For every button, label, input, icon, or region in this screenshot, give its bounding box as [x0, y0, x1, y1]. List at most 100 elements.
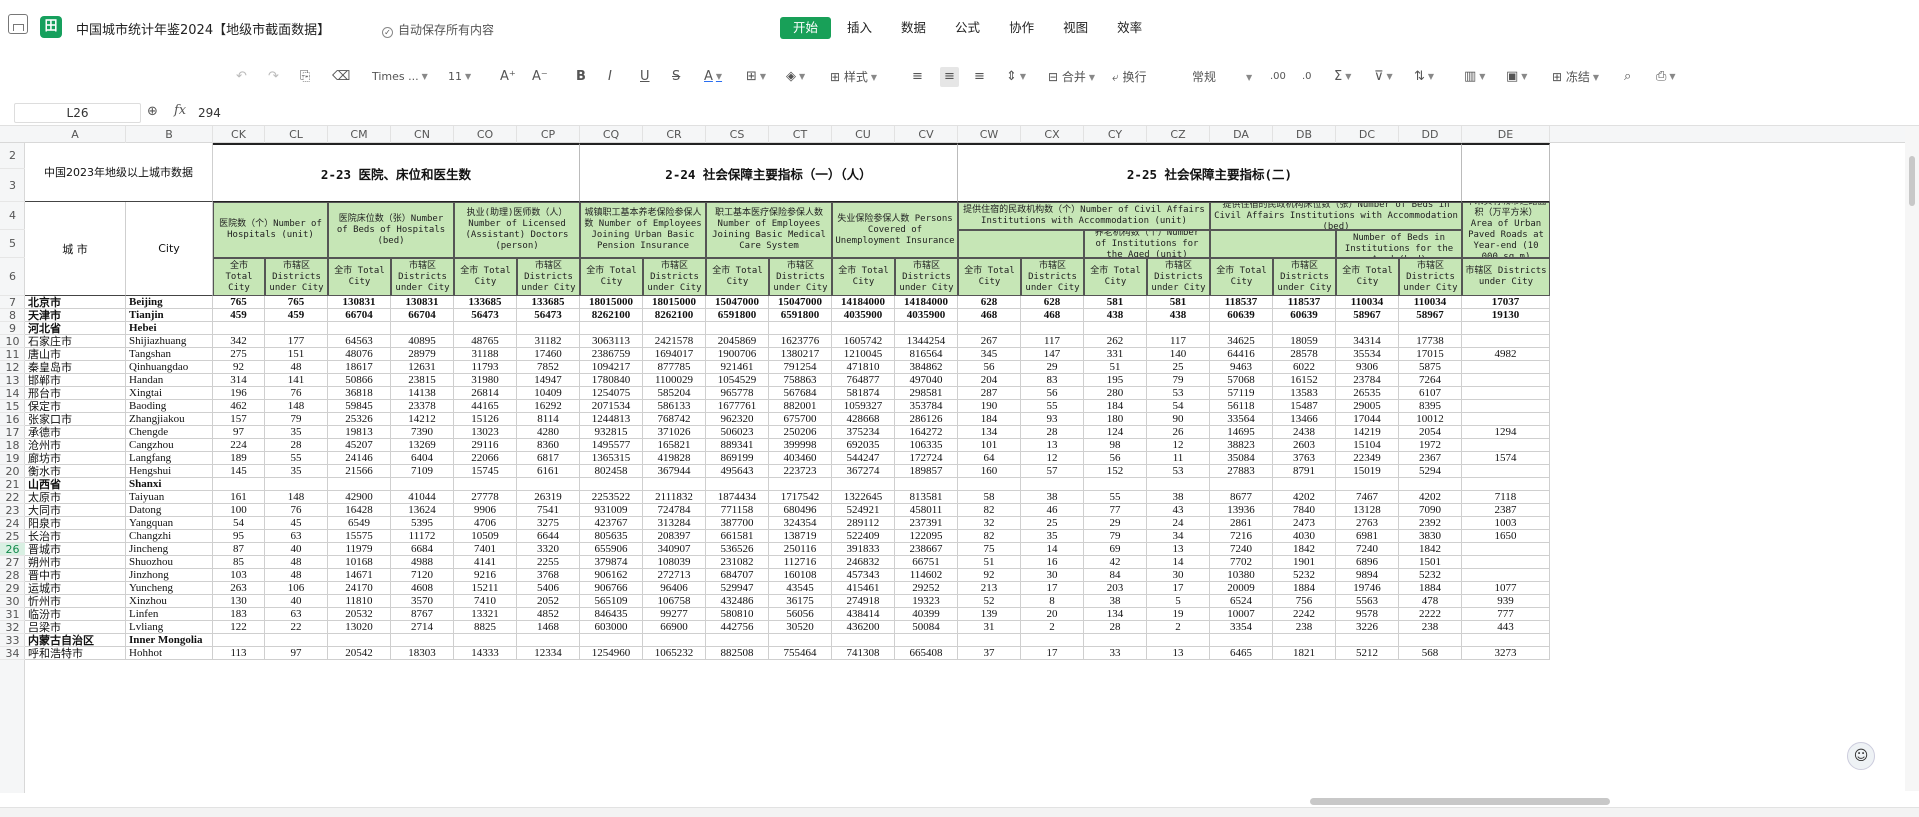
data-cell[interactable]: 2045869 [706, 335, 769, 348]
city-name-en[interactable]: Inner Mongolia [126, 634, 213, 647]
data-cell[interactable]: 38 [1147, 491, 1210, 504]
city-name-en[interactable]: Handan [126, 374, 213, 387]
data-cell[interactable]: 379874 [580, 556, 643, 569]
data-cell[interactable]: 14947 [517, 374, 580, 387]
city-name-en[interactable]: Hohhot [126, 647, 213, 660]
data-cell[interactable]: 38 [1084, 595, 1147, 608]
data-cell[interactable]: 1972 [1399, 439, 1462, 452]
data-cell[interactable] [832, 478, 895, 491]
city-name-en[interactable]: Chengde [126, 426, 213, 439]
data-cell[interactable]: 19323 [895, 595, 958, 608]
data-cell[interactable]: 581874 [832, 387, 895, 400]
data-cell[interactable]: 471810 [832, 361, 895, 374]
menu-item-collaborate[interactable]: 协作 [996, 17, 1047, 39]
city-name-en[interactable]: Xinzhou [126, 595, 213, 608]
data-cell[interactable]: 238 [1399, 621, 1462, 634]
data-cell[interactable]: 8262100 [580, 309, 643, 322]
data-cell[interactable]: 19130 [1462, 309, 1550, 322]
column-header-cm[interactable]: CM [328, 126, 391, 143]
data-cell[interactable]: 7216 [1210, 530, 1273, 543]
row-header-28[interactable]: 28 [0, 569, 25, 582]
data-cell[interactable]: 48 [265, 556, 328, 569]
data-cell[interactable]: 263 [213, 582, 265, 595]
row-header-8[interactable]: 8 [0, 309, 25, 322]
data-cell[interactable]: 755464 [769, 647, 832, 660]
data-cell[interactable]: 24170 [328, 582, 391, 595]
column-header-de[interactable]: DE [1462, 126, 1550, 143]
data-cell[interactable]: 118537 [1273, 296, 1336, 309]
data-cell[interactable]: 48765 [454, 335, 517, 348]
data-cell[interactable] [580, 322, 643, 335]
data-cell[interactable]: 50084 [895, 621, 958, 634]
data-cell[interactable]: 771158 [706, 504, 769, 517]
data-cell[interactable]: 134 [958, 426, 1021, 439]
data-cell[interactable]: 906766 [580, 582, 643, 595]
data-cell[interactable] [1084, 634, 1147, 647]
data-cell[interactable] [1336, 322, 1399, 335]
data-cell[interactable]: 8677 [1210, 491, 1273, 504]
data-cell[interactable]: 29 [1084, 517, 1147, 530]
data-cell[interactable]: 6591800 [706, 309, 769, 322]
data-cell[interactable]: 1065232 [643, 647, 706, 660]
sum-icon[interactable]: Σ ▼ [1334, 67, 1351, 87]
data-cell[interactable]: 250206 [769, 426, 832, 439]
data-cell[interactable]: 130 [213, 595, 265, 608]
data-cell[interactable]: 846435 [580, 608, 643, 621]
image-icon[interactable]: ▣ ▼ [1506, 67, 1527, 87]
data-cell[interactable]: 692035 [832, 439, 895, 452]
row-header-13[interactable]: 13 [0, 374, 25, 387]
data-cell[interactable]: 1380217 [769, 348, 832, 361]
column-header-co[interactable]: CO [454, 126, 517, 143]
data-cell[interactable]: 939 [1462, 595, 1550, 608]
data-cell[interactable]: 30520 [769, 621, 832, 634]
format-painter-icon[interactable]: ⎘ [300, 67, 310, 87]
data-cell[interactable]: 287 [958, 387, 1021, 400]
row-header-22[interactable]: 22 [0, 491, 25, 504]
data-cell[interactable]: 15104 [1336, 439, 1399, 452]
data-cell[interactable]: 675700 [769, 413, 832, 426]
data-cell[interactable]: 2222 [1399, 608, 1462, 621]
data-cell[interactable]: 45 [265, 517, 328, 530]
increase-font-icon[interactable]: A⁺ [500, 67, 516, 87]
city-name-zh[interactable]: 朔州市 [25, 556, 126, 569]
data-cell[interactable]: 52 [958, 595, 1021, 608]
data-cell[interactable]: 10012 [1399, 413, 1462, 426]
data-cell[interactable]: 1821 [1273, 647, 1336, 660]
data-cell[interactable]: 1344254 [895, 335, 958, 348]
data-cell[interactable]: 35084 [1210, 452, 1273, 465]
data-cell[interactable]: 63 [265, 608, 328, 621]
data-cell[interactable]: 203 [1084, 582, 1147, 595]
data-cell[interactable]: 20 [1021, 608, 1084, 621]
data-cell[interactable]: 962320 [706, 413, 769, 426]
data-cell[interactable]: 765 [213, 296, 265, 309]
data-cell[interactable]: 367274 [832, 465, 895, 478]
data-cell[interactable]: 99277 [643, 608, 706, 621]
row-header-16[interactable]: 16 [0, 413, 25, 426]
data-cell[interactable]: 184 [958, 413, 1021, 426]
data-cell[interactable]: 19746 [1336, 582, 1399, 595]
data-cell[interactable]: 231082 [706, 556, 769, 569]
data-cell[interactable]: 22349 [1336, 452, 1399, 465]
data-cell[interactable]: 436200 [832, 621, 895, 634]
data-cell[interactable] [769, 322, 832, 335]
data-cell[interactable] [517, 322, 580, 335]
city-name-en[interactable]: Beijing [126, 296, 213, 309]
data-cell[interactable]: 50866 [328, 374, 391, 387]
city-name-en[interactable]: Datong [126, 504, 213, 517]
data-cell[interactable]: 2763 [1336, 517, 1399, 530]
row-header-6[interactable]: 6 [0, 258, 25, 296]
data-cell[interactable] [391, 634, 454, 647]
search-icon[interactable]: ⌕ [1624, 67, 1631, 87]
data-cell[interactable]: 28 [265, 439, 328, 452]
data-cell[interactable]: 1677761 [706, 400, 769, 413]
document-title[interactable]: 中国城市统计年鉴2024【地级市截面数据】 [76, 19, 330, 38]
column-header-cw[interactable]: CW [958, 126, 1021, 143]
data-cell[interactable]: 3763 [1273, 452, 1336, 465]
data-cell[interactable]: 7090 [1399, 504, 1462, 517]
data-cell[interactable]: 15211 [454, 582, 517, 595]
data-cell[interactable]: 6591800 [769, 309, 832, 322]
bold-icon[interactable]: B [576, 67, 586, 87]
data-cell[interactable]: 46 [1021, 504, 1084, 517]
data-cell[interactable]: 20009 [1210, 582, 1273, 595]
data-cell[interactable]: 93 [1021, 413, 1084, 426]
